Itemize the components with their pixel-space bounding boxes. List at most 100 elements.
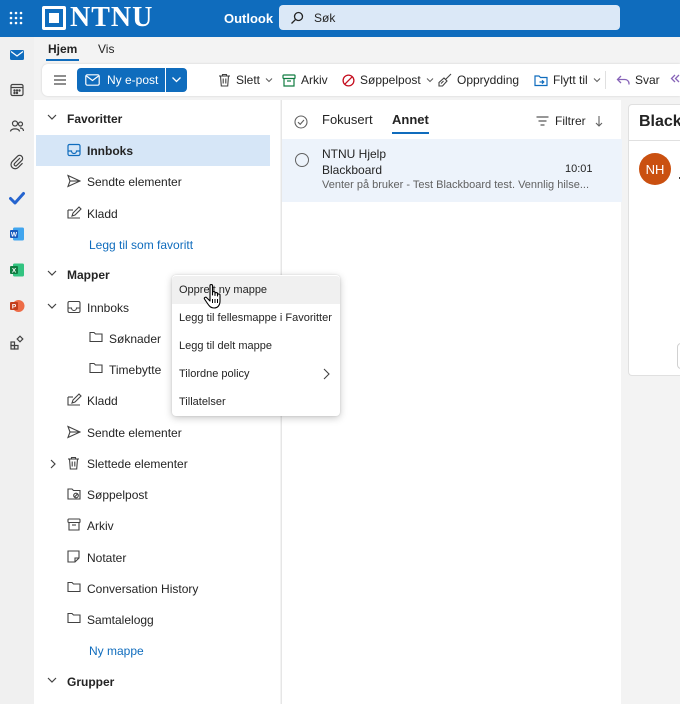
favorite-sent[interactable]: Sendte elementer — [36, 166, 270, 197]
app-rail: W X P — [0, 37, 34, 704]
select-all-icon[interactable] — [294, 115, 308, 129]
chevron-down-icon — [265, 77, 273, 83]
message-preview: Venter på bruker - Test Blackboard test.… — [322, 179, 590, 191]
todo-icon[interactable] — [9, 190, 25, 206]
new-mail-dropdown[interactable] — [166, 68, 187, 92]
toolbar-divider — [605, 71, 606, 89]
send-icon — [67, 174, 81, 188]
archive-icon — [67, 518, 81, 531]
favorites-header-label: Favoritter — [67, 111, 123, 126]
tab-hjem[interactable]: Hjem — [45, 42, 80, 61]
message-item[interactable]: NTNU Hjelp Blackboard 10:01 Venter på br… — [282, 139, 622, 202]
hand-cursor-icon — [202, 283, 226, 311]
top-bar: NTNU Outlook Søk — [0, 0, 680, 37]
message-list-tabs: Fokusert Annet Filtrer — [282, 100, 622, 138]
block-icon — [342, 73, 355, 87]
sweep-button[interactable]: Opprydding — [438, 70, 519, 90]
folder-samtalelogg[interactable]: Samtalelogg — [36, 604, 270, 635]
add-favorite-label: Legg til som favoritt — [89, 237, 194, 252]
favorite-drafts-label: Kladd — [87, 206, 118, 221]
draft-icon — [67, 206, 82, 220]
favorite-sent-label: Sendte elementer — [87, 174, 182, 189]
word-icon[interactable]: W — [9, 226, 25, 242]
menu-item-create-folder[interactable]: Opprett ny mappe — [172, 276, 340, 304]
folder-conversation-history-label: Conversation History — [87, 581, 199, 596]
reply-label: Svar — [635, 73, 660, 87]
move-to-button[interactable]: Flytt til — [534, 70, 601, 90]
folder-sent[interactable]: Sendte elementer — [36, 417, 270, 448]
groups-header-label: Grupper — [67, 674, 115, 689]
new-folder-link[interactable]: Ny mappe — [36, 635, 270, 666]
favorites-header[interactable]: Favoritter — [36, 103, 270, 134]
archive-icon — [282, 73, 296, 87]
archive-button[interactable]: Arkiv — [282, 70, 328, 90]
folder-archive[interactable]: Arkiv — [36, 510, 270, 541]
add-favorite-link[interactable]: Legg til som favoritt — [36, 229, 270, 260]
people-icon[interactable] — [9, 118, 25, 134]
junk-button[interactable]: Søppelpost — [342, 70, 434, 90]
sender-avatar[interactable]: NH — [639, 153, 671, 185]
groups-header[interactable]: Grupper — [36, 666, 270, 697]
menu-item-permissions[interactable]: Tillatelser — [172, 388, 340, 416]
app-name[interactable]: Outlook — [224, 11, 273, 26]
chevron-right-icon — [49, 459, 57, 469]
excel-icon[interactable]: X — [9, 262, 25, 278]
move-to-label: Flytt til — [553, 73, 588, 87]
chevron-down-icon — [47, 302, 57, 310]
reading-pane-subject: Blackb — [639, 113, 680, 130]
sort-icon[interactable] — [595, 115, 603, 127]
hamburger-icon[interactable] — [53, 73, 67, 87]
reply-button[interactable]: Svar — [616, 70, 660, 90]
message-select-radio[interactable] — [295, 153, 309, 167]
search-input[interactable]: Søk — [279, 5, 620, 30]
delete-button[interactable]: Slett — [218, 70, 273, 90]
folder-junk[interactable]: Søppelpost — [36, 479, 270, 510]
tab-focused[interactable]: Fokusert — [322, 112, 373, 127]
svg-text:P: P — [12, 304, 17, 311]
folder-notes[interactable]: Notater — [36, 542, 270, 573]
folder-icon — [67, 581, 81, 593]
mail-icon[interactable] — [9, 47, 25, 63]
menu-item-assign-policy-label: Tilordne policy — [179, 368, 250, 380]
tab-other[interactable]: Annet — [392, 112, 429, 134]
inbox-icon — [67, 143, 81, 157]
filter-button[interactable]: Filtrer — [536, 114, 603, 128]
favorite-drafts[interactable]: Kladd — [36, 198, 270, 229]
ribbon-toolbar: Ny e-post Slett Arkiv Søppelpost Opprydd… — [42, 64, 680, 96]
powerpoint-icon[interactable]: P — [9, 298, 25, 314]
apps-icon[interactable] — [9, 335, 25, 351]
tab-vis[interactable]: Vis — [98, 42, 114, 56]
folder-junk-label: Søppelpost — [87, 487, 148, 502]
sweep-label: Opprydding — [457, 73, 520, 87]
favorite-inbox[interactable]: Innboks — [36, 135, 270, 166]
folder-conversation-history[interactable]: Conversation History — [36, 573, 270, 604]
attachment-icon[interactable] — [9, 154, 25, 170]
ntnu-logo[interactable]: NTNU — [42, 2, 154, 33]
app-launcher-icon[interactable] — [8, 10, 24, 26]
new-mail-label: Ny e-post — [107, 73, 159, 87]
folder-deleted[interactable]: Slettede elementer — [36, 448, 270, 479]
ntnu-logo-mark — [42, 6, 66, 30]
broom-icon — [438, 73, 452, 87]
menu-item-add-public-folder[interactable]: Legg til fellesmappe i Favoritter — [172, 304, 340, 332]
reply-all-icon[interactable] — [670, 73, 680, 85]
new-mail-button[interactable]: Ny e-post — [77, 68, 165, 92]
new-folder-label: Ny mappe — [89, 643, 144, 658]
junk-folder-icon — [67, 487, 81, 501]
chevron-down-icon — [47, 113, 57, 121]
reply-icon — [616, 74, 630, 86]
folder-notes-label: Notater — [87, 550, 127, 565]
message-sender: NTNU Hjelp — [322, 147, 387, 161]
menu-item-add-public-folder-label: Legg til fellesmappe i Favoritter — [179, 312, 332, 324]
chevron-down-icon — [593, 77, 601, 83]
filter-label: Filtrer — [555, 114, 586, 128]
draft-icon — [67, 393, 82, 407]
reading-pane-divider — [629, 140, 680, 141]
ntnu-logo-text: NTNU — [70, 2, 154, 33]
menu-item-assign-policy[interactable]: Tilordne policy — [172, 360, 340, 388]
folder-context-menu: Opprett ny mappe Legg til fellesmappe i … — [172, 275, 340, 416]
menu-item-add-shared-folder[interactable]: Legg til delt mappe — [172, 332, 340, 360]
calendar-icon[interactable] — [9, 82, 25, 98]
message-time: 10:01 — [565, 163, 593, 175]
inbox-icon — [67, 300, 81, 314]
